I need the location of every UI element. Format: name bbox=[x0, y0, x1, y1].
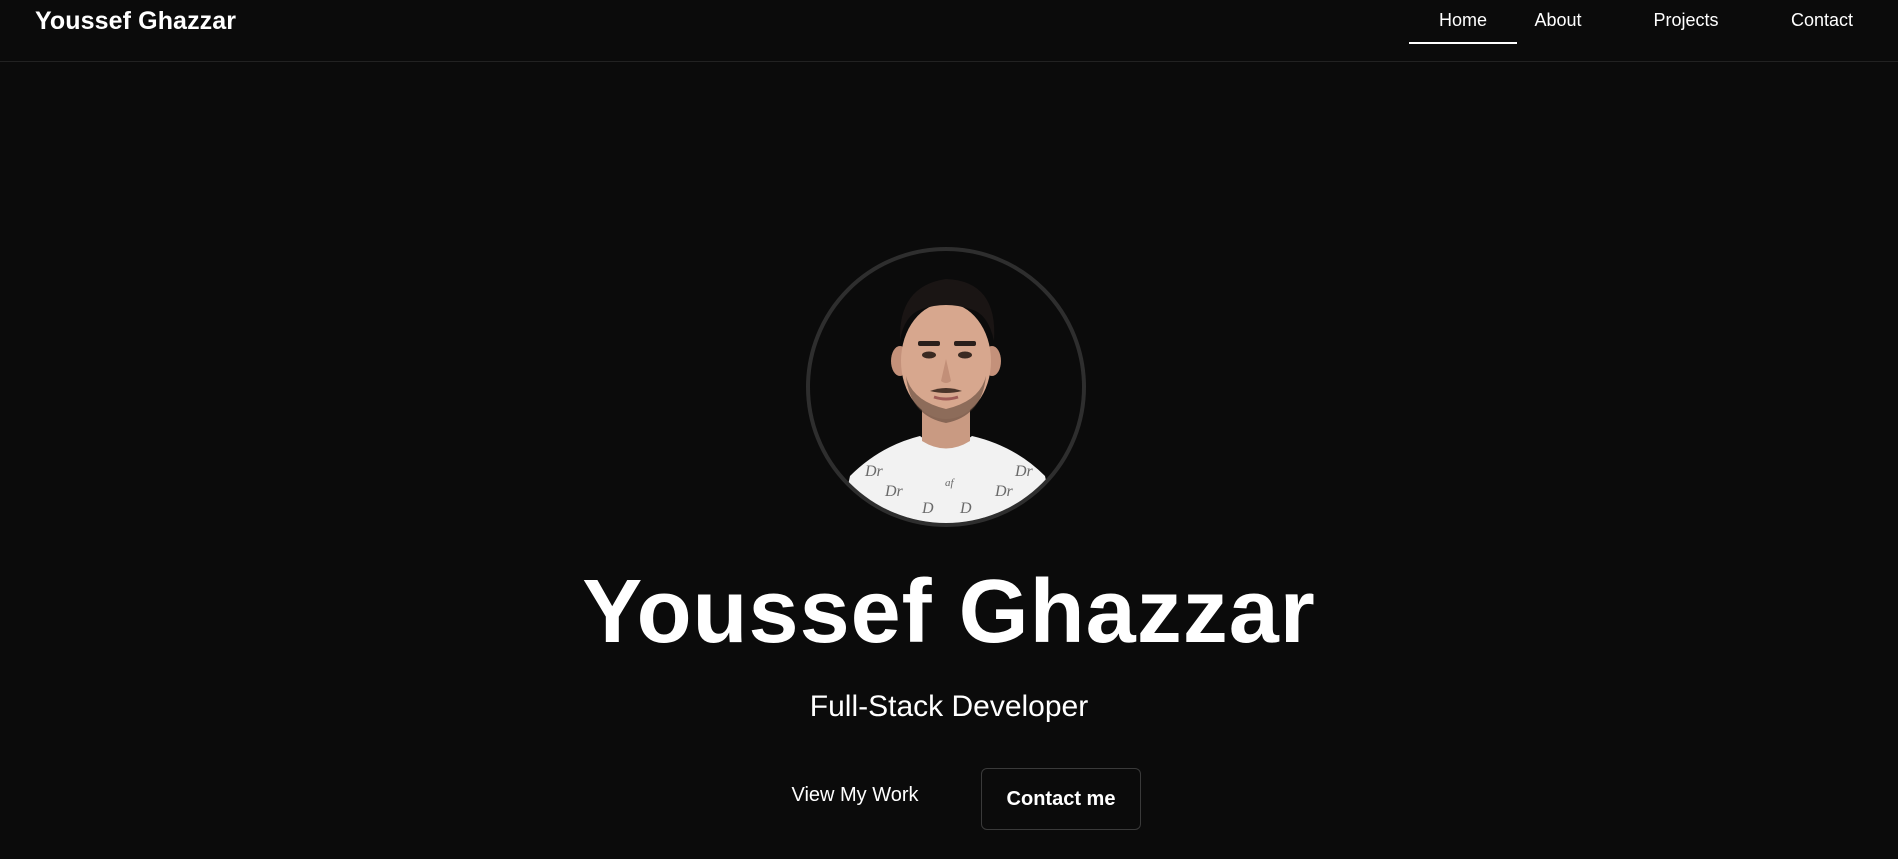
profile-photo-icon: Dr Dr D D Dr Dr af bbox=[840, 279, 1055, 523]
view-my-work-button[interactable]: View My Work bbox=[770, 767, 940, 823]
nav-link-contact[interactable]: Contact bbox=[1772, 8, 1872, 48]
brand-logo-text[interactable]: Youssef Ghazzar bbox=[35, 6, 236, 36]
svg-text:D: D bbox=[959, 500, 972, 517]
svg-text:Dr: Dr bbox=[1014, 463, 1034, 480]
svg-text:Dr: Dr bbox=[884, 483, 904, 500]
svg-text:Dr: Dr bbox=[994, 483, 1014, 500]
hero-section: Dr Dr D D Dr Dr af Youssef Ghazzar Full-… bbox=[0, 62, 1898, 859]
top-navbar: Youssef Ghazzar Home About Projects Cont… bbox=[0, 0, 1898, 62]
nav-link-home[interactable]: Home bbox=[1409, 8, 1517, 48]
nav-link-about[interactable]: About bbox=[1518, 8, 1598, 48]
svg-text:Dr: Dr bbox=[864, 463, 884, 480]
hero-name-heading: Youssef Ghazzar bbox=[582, 562, 1316, 662]
contact-me-button[interactable]: Contact me bbox=[981, 768, 1141, 830]
profile-avatar: Dr Dr D D Dr Dr af bbox=[806, 247, 1086, 527]
svg-text:D: D bbox=[921, 500, 934, 517]
nav-link-projects[interactable]: Projects bbox=[1636, 8, 1736, 48]
hero-role-subtitle: Full-Stack Developer bbox=[809, 690, 1089, 723]
